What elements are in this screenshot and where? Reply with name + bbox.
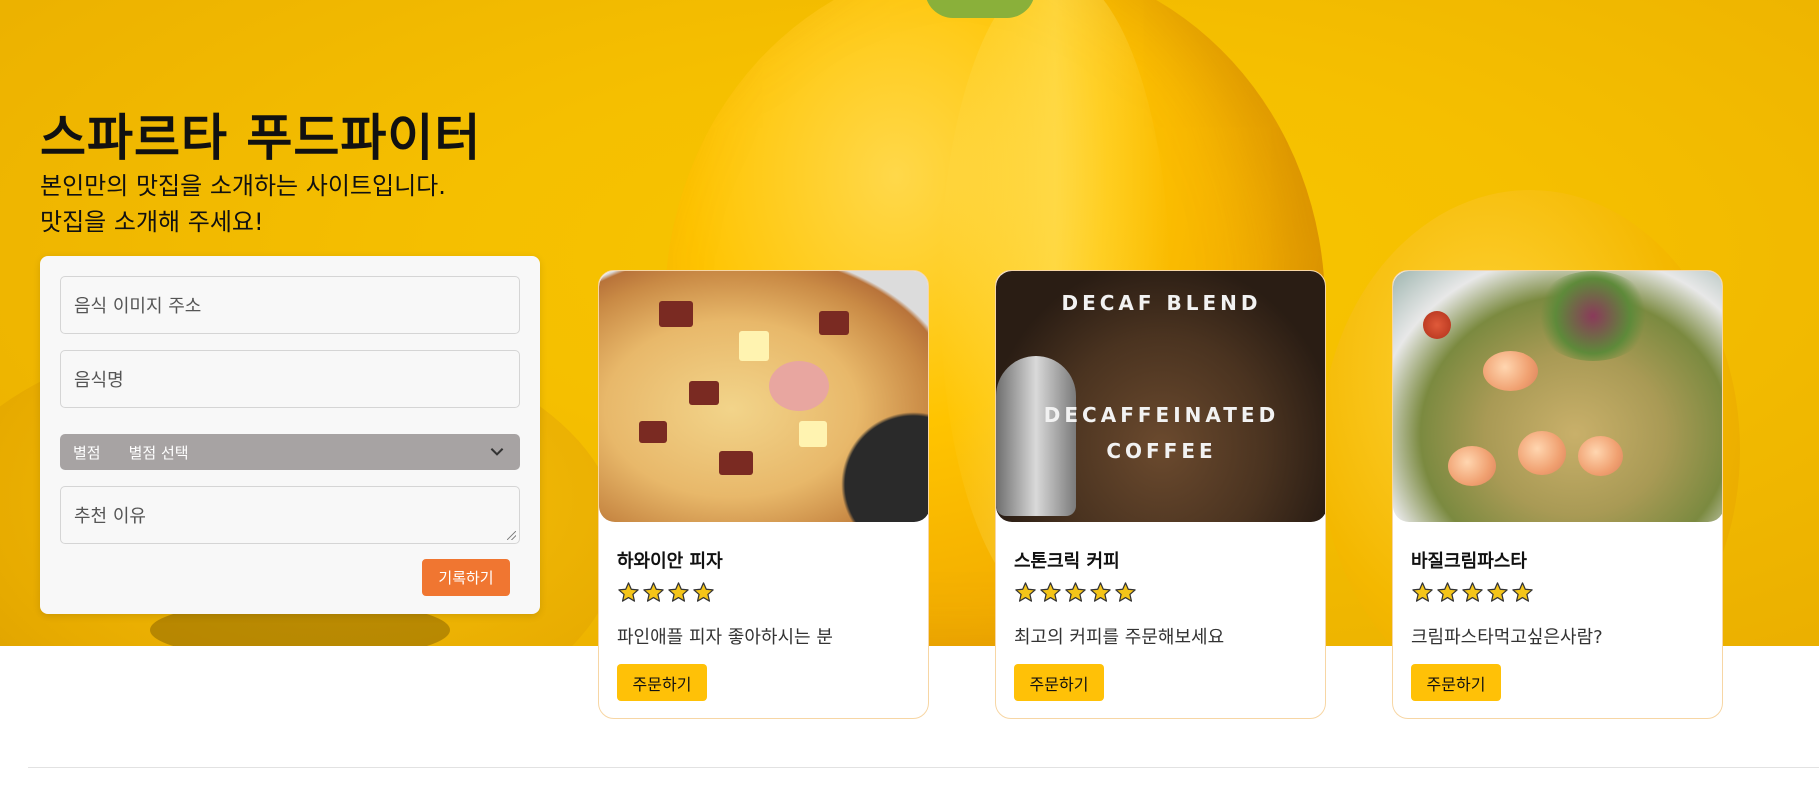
shrimp xyxy=(1448,446,1496,486)
image-caption-mid: DECAFFEINATED xyxy=(1043,403,1280,427)
food-image: DECAF BLEND DECAFFEINATED COFFEE xyxy=(996,271,1325,522)
card-description: 크림파스타먹고싶은사람? xyxy=(1411,627,1603,648)
restaurant-card: DECAF BLEND DECAFFEINATED COFFEE 스톤크릭 커피… xyxy=(995,270,1326,719)
star-icon xyxy=(1040,582,1061,602)
order-button[interactable]: 주문하기 xyxy=(617,664,707,701)
shrimp xyxy=(1483,351,1538,391)
star-icon xyxy=(668,582,689,602)
resize-grip-icon[interactable] xyxy=(507,531,516,540)
coffee-scoop xyxy=(996,356,1076,516)
star-icon xyxy=(1512,582,1533,602)
star-icon xyxy=(1462,582,1483,602)
subtitle-line-1: 본인만의 맛집을 소개하는 사이트입니다. xyxy=(40,172,446,200)
order-button[interactable]: 주문하기 xyxy=(1411,664,1501,701)
topping xyxy=(739,331,769,361)
star-rating xyxy=(1411,581,1534,604)
tomato xyxy=(1423,311,1451,339)
image-caption-bottom: COFFEE xyxy=(1106,439,1217,463)
page-title: 스파르타 푸드파이터 xyxy=(40,109,482,167)
restaurant-card: 바질크림파스타 크림파스타먹고싶은사람? 주문하기 xyxy=(1392,270,1723,719)
pepper-stem xyxy=(925,0,1035,18)
rating-select-label: 별점 xyxy=(73,443,101,462)
star-icon xyxy=(1412,582,1433,602)
topping xyxy=(769,361,829,411)
submit-button[interactable]: 기록하기 xyxy=(422,559,510,596)
shrimp xyxy=(1578,436,1623,476)
star-icon xyxy=(693,582,714,602)
reason-textarea[interactable]: 추천 이유 xyxy=(60,486,520,544)
star-icon xyxy=(1090,582,1111,602)
order-button[interactable]: 주문하기 xyxy=(1014,664,1104,701)
restaurant-card: 하와이안 피자 파인애플 피자 좋아하시는 분 주문하기 xyxy=(598,270,929,719)
topping xyxy=(819,311,849,335)
star-icon xyxy=(1015,582,1036,602)
card-title: 바질크림파스타 xyxy=(1411,551,1527,572)
star-icon xyxy=(618,582,639,602)
topping xyxy=(799,421,827,447)
star-icon xyxy=(643,582,664,602)
subtitle-line-2: 맛집을 소개해 주세요! xyxy=(40,208,264,236)
food-name-input[interactable]: 음식명 xyxy=(60,350,520,408)
page-subtitle: 본인만의 맛집을 소개하는 사이트입니다. 맛집을 소개해 주세요! xyxy=(40,168,446,240)
image-caption-top: DECAF BLEND xyxy=(1061,291,1262,315)
card-description: 최고의 커피를 주문해보세요 xyxy=(1014,627,1225,648)
topping xyxy=(719,451,753,475)
topping xyxy=(659,301,693,327)
star-icon xyxy=(1487,582,1508,602)
rating-select-value: 별점 선택 xyxy=(128,443,189,462)
star-rating xyxy=(617,581,715,604)
rating-select[interactable]: 별점 별점 선택 xyxy=(60,434,520,470)
shrimp xyxy=(1518,431,1566,475)
garnish xyxy=(1533,271,1653,361)
chevron-down-icon xyxy=(490,448,504,456)
star-rating xyxy=(1014,581,1137,604)
star-icon xyxy=(1065,582,1086,602)
card-description: 파인애플 피자 좋아하시는 분 xyxy=(617,627,833,648)
image-url-input[interactable]: 음식 이미지 주소 xyxy=(60,276,520,334)
topping xyxy=(639,421,667,443)
food-name-placeholder: 음식명 xyxy=(74,370,124,391)
food-image xyxy=(599,271,928,522)
image-url-placeholder: 음식 이미지 주소 xyxy=(74,296,202,317)
star-icon xyxy=(1115,582,1136,602)
footer-divider xyxy=(28,767,1819,768)
food-image xyxy=(1393,271,1722,522)
card-title: 하와이안 피자 xyxy=(617,551,723,572)
star-icon xyxy=(1437,582,1458,602)
topping xyxy=(689,381,719,405)
card-title: 스톤크릭 커피 xyxy=(1014,551,1120,572)
restaurant-form: 음식 이미지 주소 음식명 별점 별점 선택 추천 이유 기록하기 xyxy=(40,256,540,614)
reason-placeholder: 추천 이유 xyxy=(74,506,146,527)
